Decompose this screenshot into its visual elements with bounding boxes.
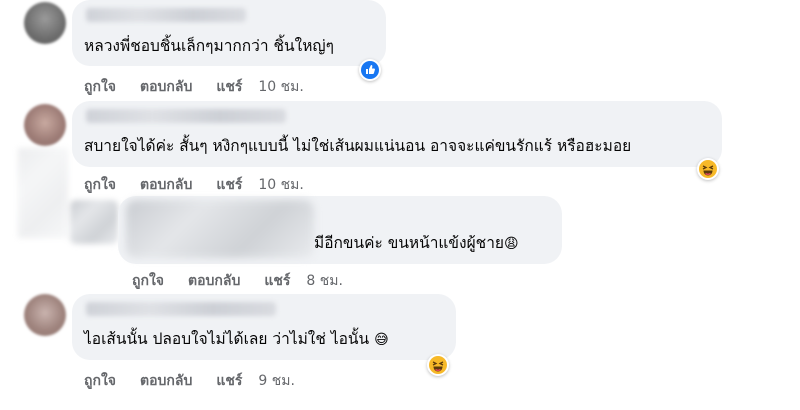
reply-link[interactable]: ตอบกลับ (140, 174, 192, 196)
haha-icon (699, 160, 717, 178)
sweat-smile-emoji-icon: 😅 (374, 332, 389, 348)
timestamp[interactable]: 9 ชม. (258, 370, 295, 392)
comment-text: หลวงพี่ชอบชิ้นเล็กๆมากกว่า ชิ้นใหญ่ๆ (84, 37, 334, 55)
comment-bubble: สบายใจได้ค่ะ สั้นๆ หงิกๆแบบนี้ ไม่ใช่เส้… (72, 101, 722, 167)
blurred-reply-avatar-area (70, 200, 118, 244)
haha-icon (429, 356, 447, 374)
comment-bubble: ไอเส้นนั้น ปลอบใจไม่ได้เลย ว่าไม่ใช่ ไอน… (72, 294, 456, 360)
like-icon (361, 61, 379, 79)
comment-actions: ถูกใจ ตอบกลับ แชร์ 10 ชม. (84, 76, 328, 98)
comment-text: สบายใจได้ค่ะ สั้นๆ หงิกๆแบบนี้ ไม่ใช่เส้… (84, 137, 632, 155)
like-link[interactable]: ถูกใจ (84, 370, 116, 392)
blurred-thread-area (18, 148, 68, 238)
comment-bubble: หลวงพี่ชอบชิ้นเล็กๆมากกว่า ชิ้นใหญ่ๆ (72, 0, 386, 66)
like-link[interactable]: ถูกใจ (84, 76, 116, 98)
author-name[interactable] (86, 109, 286, 123)
avatar[interactable] (24, 104, 66, 146)
like-reaction[interactable] (359, 59, 381, 81)
share-link[interactable]: แชร์ (216, 370, 242, 392)
share-link[interactable]: แชร์ (216, 174, 242, 196)
like-link[interactable]: ถูกใจ (132, 270, 164, 292)
comment-actions: ถูกใจ ตอบกลับ แชร์ 10 ชม. (84, 174, 328, 196)
comment-actions: ถูกใจ ตอบกลับ แชร์ 9 ชม. (84, 370, 319, 392)
timestamp[interactable]: 8 ชม. (306, 270, 343, 292)
author-name[interactable] (86, 302, 276, 316)
like-link[interactable]: ถูกใจ (84, 174, 116, 196)
reply-link[interactable]: ตอบกลับ (188, 270, 240, 292)
timestamp[interactable]: 10 ชม. (258, 76, 303, 98)
avatar[interactable] (24, 294, 66, 336)
reply-link[interactable]: ตอบกลับ (140, 370, 192, 392)
author-name[interactable] (86, 8, 246, 22)
avatar[interactable] (24, 2, 66, 44)
comment-text: มีอีกขนค่ะ ขนหน้าแข้งผู้ชาย😩 (314, 234, 519, 252)
timestamp[interactable]: 10 ชม. (258, 174, 303, 196)
blurred-comment-content (126, 200, 314, 258)
reply-link[interactable]: ตอบกลับ (140, 76, 192, 98)
comment-bubble: มีอีกขนค่ะ ขนหน้าแข้งผู้ชาย😩 (118, 196, 562, 264)
share-link[interactable]: แชร์ (216, 76, 242, 98)
comment-text: ไอเส้นนั้น ปลอบใจไม่ได้เลย ว่าไม่ใช่ ไอน… (84, 330, 389, 348)
weary-emoji-icon: 😩 (503, 236, 519, 252)
share-link[interactable]: แชร์ (264, 270, 290, 292)
comment-actions: ถูกใจ ตอบกลับ แชร์ 8 ชม. (132, 270, 367, 292)
haha-reaction[interactable] (427, 354, 449, 376)
haha-reaction[interactable] (697, 158, 719, 180)
